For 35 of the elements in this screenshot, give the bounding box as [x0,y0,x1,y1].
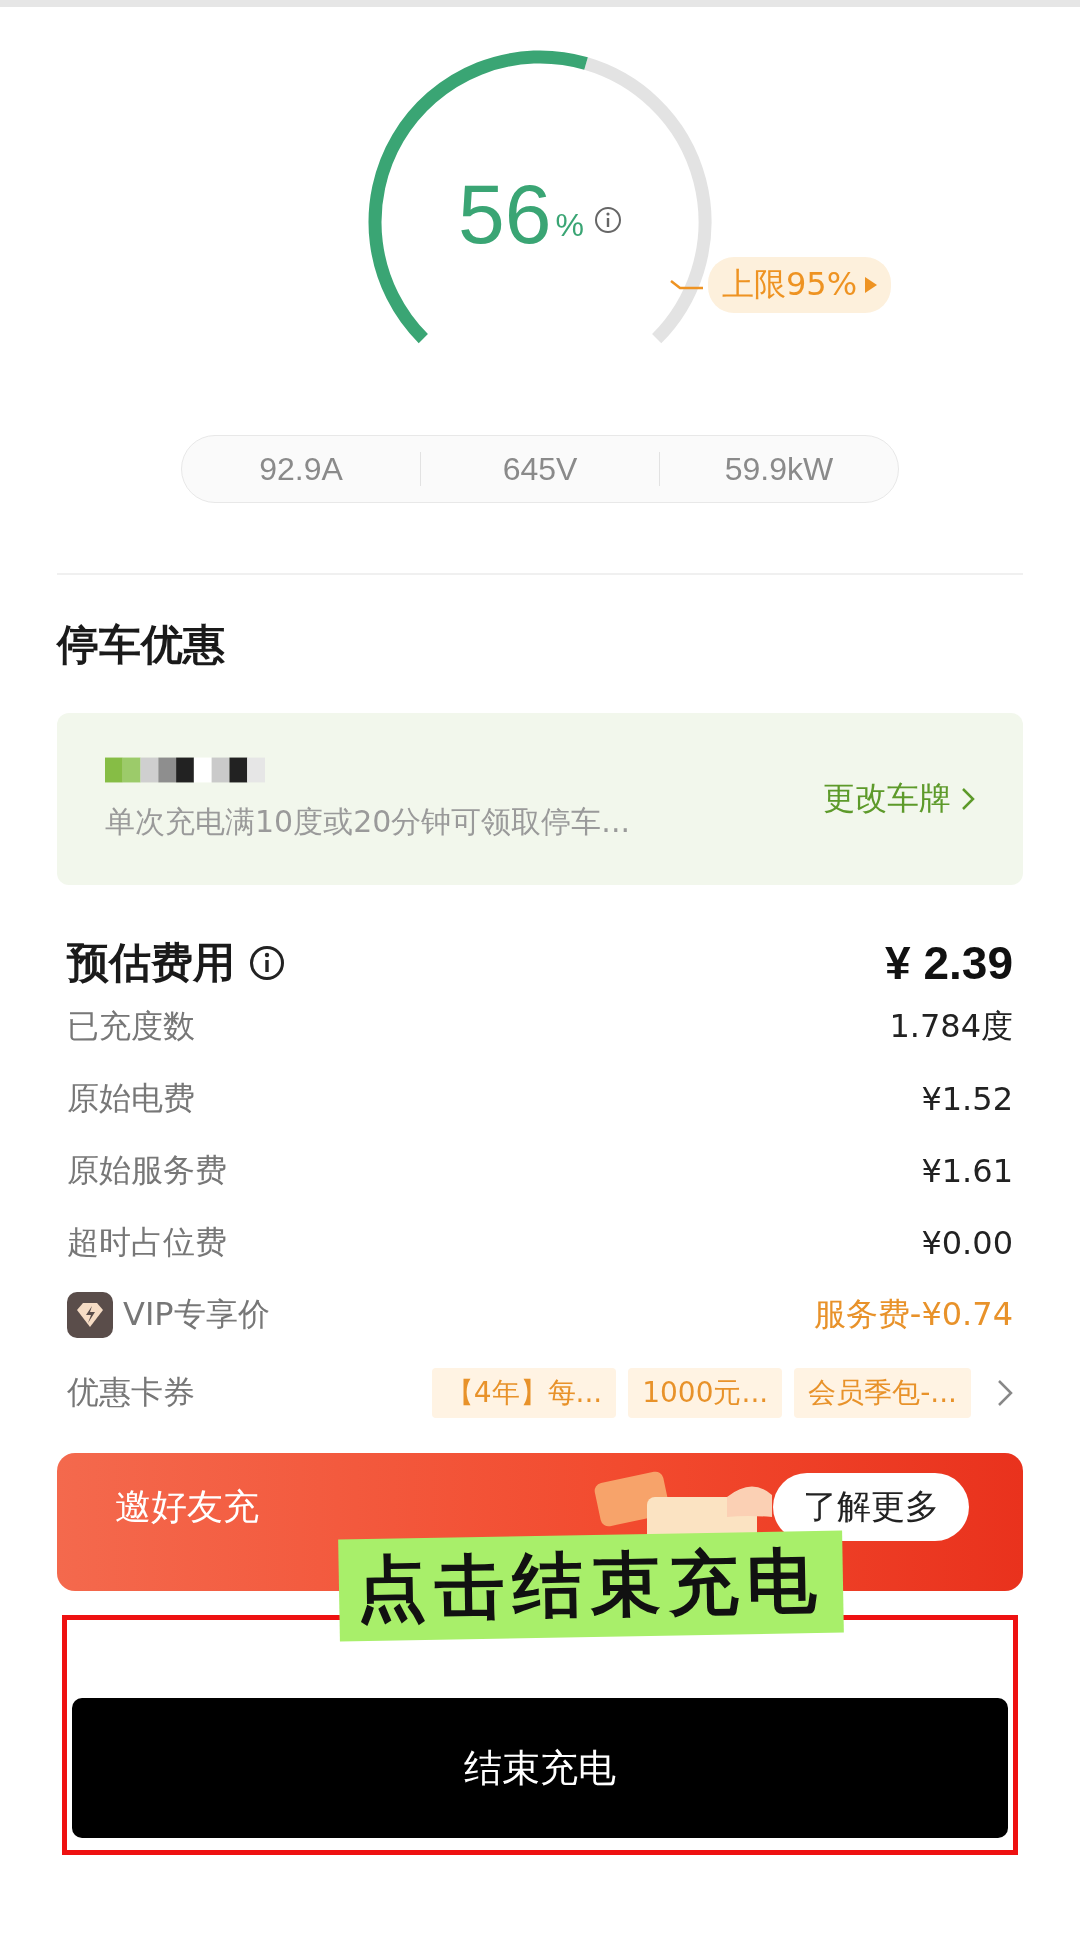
vip-badge-icon [67,1292,113,1338]
fee-value: ¥1.52 [921,1080,1013,1118]
coupon-chip[interactable]: 【4年】每... [431,1368,617,1418]
charge-limit-tag[interactable]: 上限95% [708,257,892,313]
coupon-chip[interactable]: 1000元... [628,1368,783,1418]
fee-value: 服务费-¥0.74 [813,1294,1013,1335]
fee-label: 原始电费 [67,1078,195,1119]
leader-line [670,279,704,291]
fee-value: ¥0.00 [921,1224,1013,1262]
stat-value: 645V [501,450,579,488]
end-charging-button[interactable]: 结束充电 [72,1698,1008,1838]
fee-label: 超时占位费 [67,1222,227,1263]
info-icon[interactable] [249,945,285,981]
fee-label: 优惠卡券 [67,1372,195,1413]
chevron-right-icon [961,787,975,811]
fee-value: 1.784度 [889,1006,1013,1047]
stat-value: 59.9kW [723,450,835,488]
fee-label: 原始服务费 [67,1150,227,1191]
fee-title: 预估费用 [67,937,235,989]
tutorial-sticker: 点击结束充电 [338,1530,844,1642]
coupon-chip[interactable]: 会员季包-... [794,1368,971,1418]
chevron-right-icon[interactable] [997,1379,1013,1407]
percent-unit: % [555,207,584,244]
fee-label: 已充度数 [67,1006,195,1047]
fee-label: VIP专享价 [123,1294,270,1335]
charge-percent: 56 [458,172,552,256]
learn-more-button[interactable]: 了解更多 [773,1473,969,1541]
stat-value: 92.9A [258,450,344,488]
play-icon [865,277,878,293]
parking-note: 单次充电满10度或20分钟可领取停车... [105,802,630,841]
change-plate-link[interactable]: 更改车牌 [823,777,975,821]
banner-text: 邀好友充 [115,1484,259,1529]
fee-value: ¥1.61 [921,1152,1013,1190]
fee-total: ¥ 2.39 [885,936,1013,990]
section-title: 停车优惠 [57,619,226,671]
